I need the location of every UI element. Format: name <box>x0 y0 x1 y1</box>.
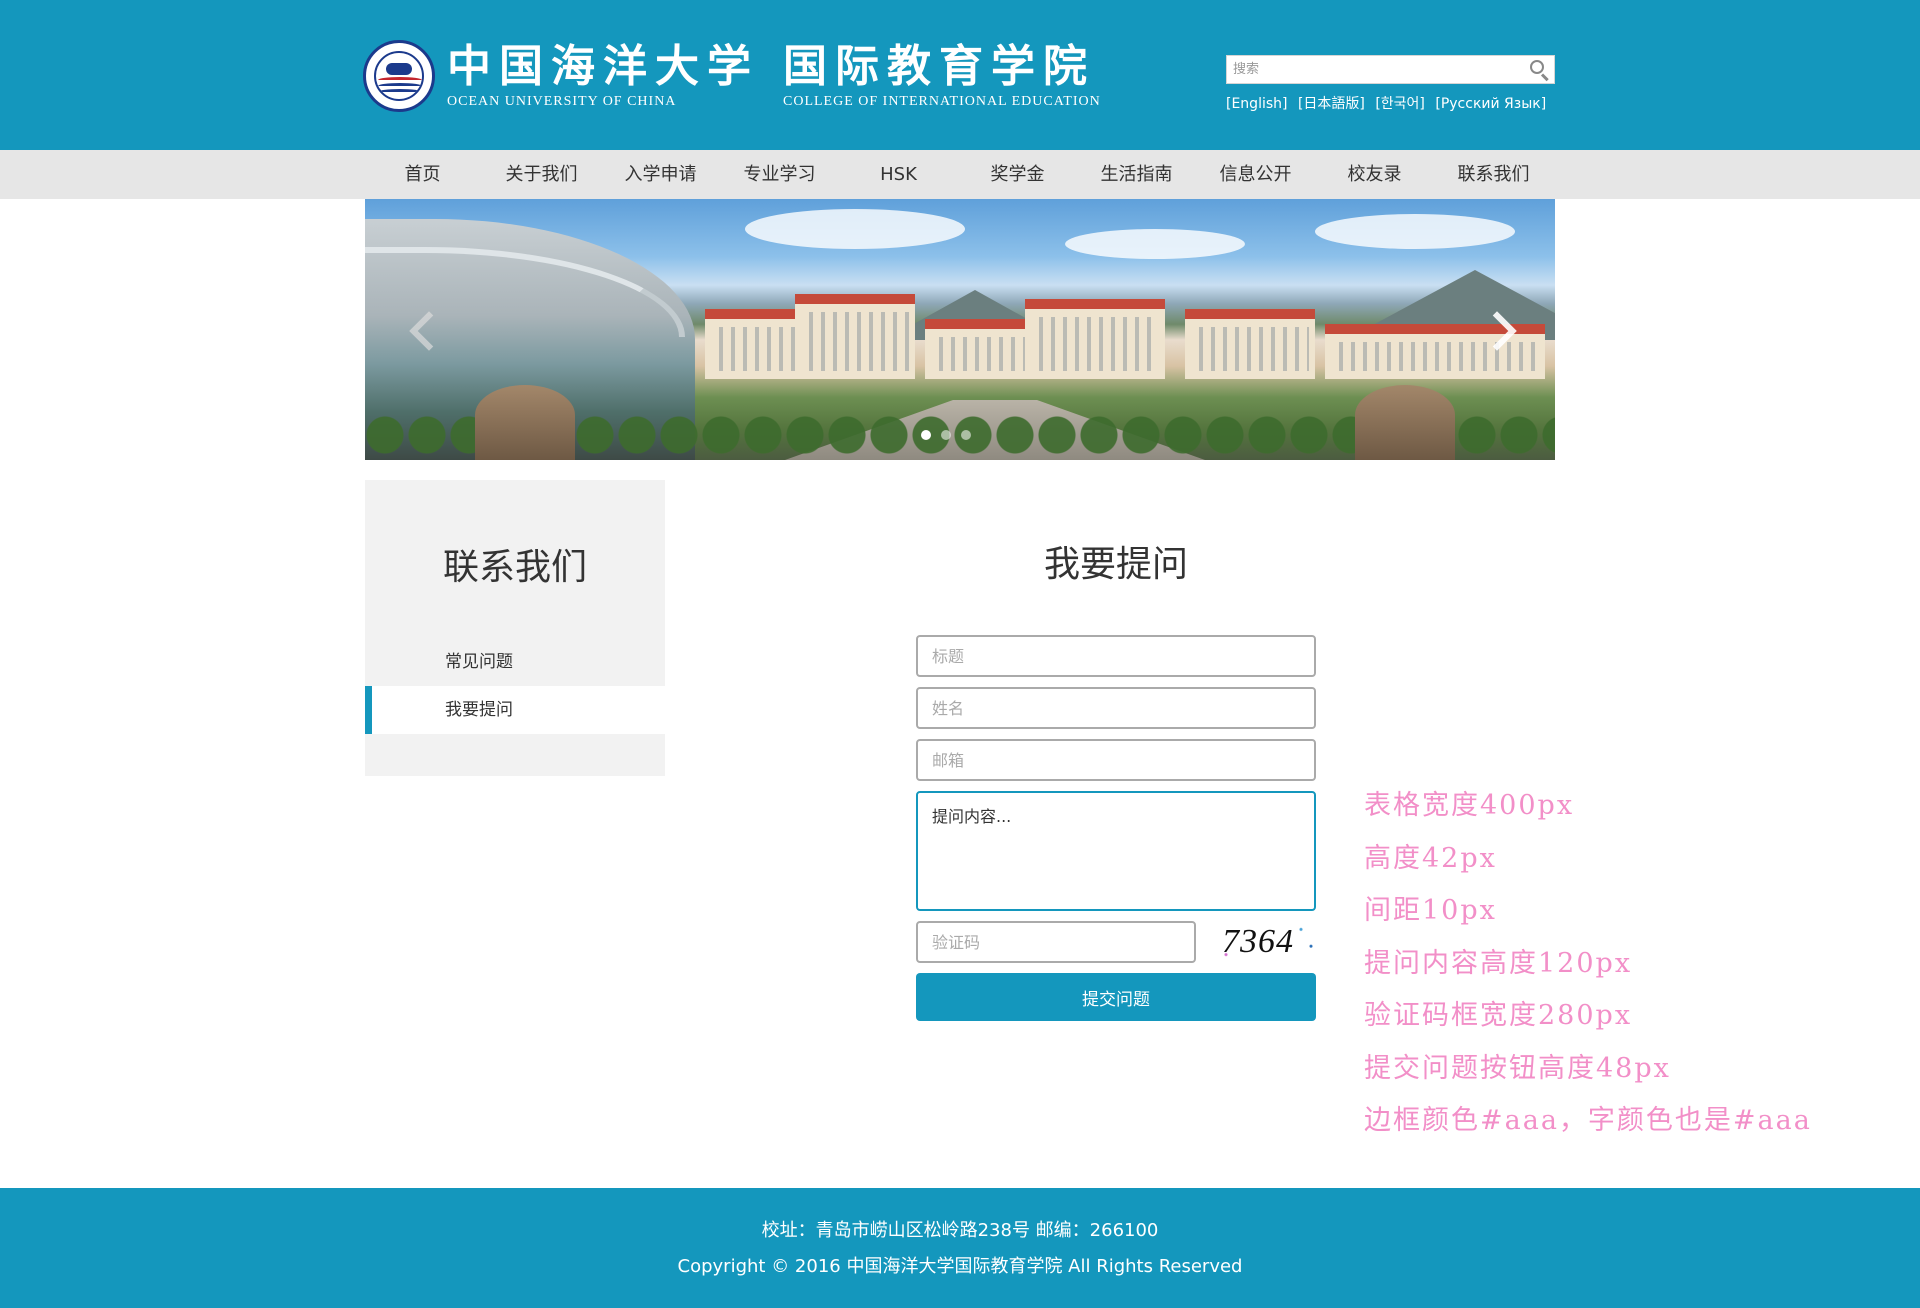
search-input[interactable] <box>1227 56 1524 83</box>
name-field[interactable] <box>916 687 1316 729</box>
slide-dot[interactable] <box>921 430 931 440</box>
submit-question-button[interactable]: 提交问题 <box>916 973 1316 1021</box>
nav-item-admission[interactable]: 入学申请 <box>601 150 720 199</box>
main-nav: 首页 关于我们 入学申请 专业学习 HSK 奖学金 生活指南 信息公开 校友录 … <box>0 150 1920 199</box>
sidebar-item-ask[interactable]: 我要提问 <box>365 686 665 734</box>
site-footer: 校址：青岛市崂山区松岭路238号 邮编：266100 Copyright © 2… <box>0 1188 1920 1308</box>
campus-banner <box>365 199 1555 460</box>
design-note: 提问内容高度120px <box>1364 947 1633 979</box>
nav-item-contact[interactable]: 联系我们 <box>1434 150 1553 199</box>
design-notes: 表格宽度400px 高度42px 间距10px 提问内容高度120px 验证码框… <box>1364 780 1884 1148</box>
captcha-image[interactable]: 7364 <box>1216 921 1316 963</box>
university-name-en: OCEAN UNIVERSITY OF CHINA <box>447 94 677 109</box>
college-name-en: COLLEGE OF INTERNATIONAL EDUCATION <box>783 94 1101 109</box>
search-icon[interactable] <box>1524 55 1554 84</box>
nav-item-scholarship[interactable]: 奖学金 <box>958 150 1077 199</box>
lang-russian-link[interactable]: [Русский Язык] <box>1435 96 1546 112</box>
design-note: 提交问题按钮高度48px <box>1364 1052 1671 1084</box>
lang-english-link[interactable]: [English] <box>1226 96 1287 112</box>
chevron-right-icon[interactable] <box>1483 309 1515 353</box>
page-title: 我要提问 <box>1043 544 1188 585</box>
nav-item-hsk[interactable]: HSK <box>839 150 958 199</box>
slide-indicators <box>921 430 981 440</box>
title-field[interactable] <box>916 635 1316 677</box>
question-content-field[interactable] <box>916 791 1316 911</box>
sidebar-title: 联系我们 <box>442 547 587 588</box>
college-name-cn: 国际教育学院 <box>783 41 1095 92</box>
language-links: [English] [日本語版] [한국어] [Русский Язык] <box>1226 93 1552 113</box>
lang-japanese-link[interactable]: [日本語版] <box>1298 96 1365 112</box>
lang-korean-link[interactable]: [한국어] <box>1375 96 1425 112</box>
logo[interactable]: 中国海洋大学 OCEAN UNIVERSITY OF CHINA 国际教育学院 … <box>363 36 1125 116</box>
footer-address: 校址：青岛市崂山区松岭路238号 邮编：266100 <box>761 1220 1159 1241</box>
design-note: 间距10px <box>1364 895 1497 926</box>
nav-item-study[interactable]: 专业学习 <box>720 150 839 199</box>
nav-item-alumni[interactable]: 校友录 <box>1315 150 1434 199</box>
sidebar: 联系我们 常见问题 我要提问 <box>365 480 665 776</box>
email-field[interactable] <box>916 739 1316 781</box>
captcha-field[interactable] <box>916 921 1196 963</box>
nav-item-home[interactable]: 首页 <box>363 150 482 199</box>
nav-item-life-guide[interactable]: 生活指南 <box>1077 150 1196 199</box>
design-note: 表格宽度400px <box>1364 790 1575 821</box>
nav-item-about[interactable]: 关于我们 <box>482 150 601 199</box>
site-header: 中国海洋大学 OCEAN UNIVERSITY OF CHINA 国际教育学院 … <box>0 0 1920 150</box>
design-note: 高度42px <box>1364 842 1497 874</box>
chevron-left-icon[interactable] <box>405 309 437 353</box>
brand: 中国海洋大学 OCEAN UNIVERSITY OF CHINA 国际教育学院 … <box>447 41 1125 111</box>
slide-dot[interactable] <box>941 430 951 440</box>
sidebar-item-faq[interactable]: 常见问题 <box>365 638 665 686</box>
slide-dot[interactable] <box>961 430 971 440</box>
design-note: 验证码框宽度280px <box>1364 1000 1633 1031</box>
search-box <box>1226 55 1555 84</box>
design-note: 边框颜色#aaa，字颜色也是#aaa <box>1364 1105 1812 1136</box>
footer-copyright: Copyright © 2016 中国海洋大学国际教育学院 All Rights… <box>677 1256 1243 1277</box>
nav-item-info[interactable]: 信息公开 <box>1196 150 1315 199</box>
university-seal-icon <box>363 40 435 112</box>
university-name-cn: 中国海洋大学 <box>447 41 759 92</box>
